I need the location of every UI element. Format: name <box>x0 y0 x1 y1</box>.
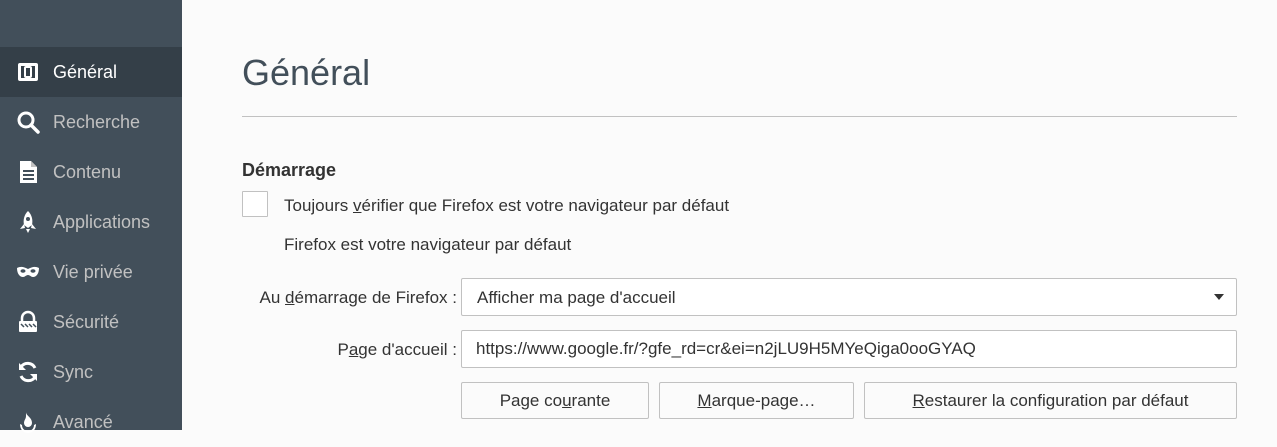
sidebar-item-sync[interactable]: Sync <box>0 347 182 397</box>
privacy-mask-icon <box>15 259 41 285</box>
general-icon <box>15 59 41 85</box>
title-divider <box>242 116 1237 117</box>
startup-select[interactable]: Afficher ma page d'accueil <box>461 278 1237 316</box>
section-heading-startup: Démarrage <box>242 160 337 180</box>
sync-icon <box>15 359 41 385</box>
content-icon <box>15 159 41 185</box>
startup-select-label: Au démarrage de Firefox : <box>259 288 457 307</box>
startup-select-value: Afficher ma page d'accueil <box>477 288 676 307</box>
lock-icon <box>15 309 41 335</box>
sidebar-item-label: Vie privée <box>53 261 133 282</box>
sidebar-item-security[interactable]: Sécurité <box>0 297 182 347</box>
sidebar-item-label: Sync <box>53 361 94 382</box>
default-browser-status: Firefox est votre navigateur par défaut <box>284 235 572 254</box>
default-browser-checkbox-label[interactable]: Toujours vérifier que Firefox est votre … <box>284 196 729 216</box>
sidebar-item-search[interactable]: Recherche <box>0 97 182 147</box>
sidebar: Général Recherche Contenu Applications V… <box>0 0 182 433</box>
sidebar-item-content[interactable]: Contenu <box>0 147 182 197</box>
restore-default-button[interactable]: Restaurer la configuration par défaut <box>864 382 1237 419</box>
applications-icon <box>15 209 41 235</box>
use-bookmark-button[interactable]: Marque-page… <box>659 382 854 419</box>
sidebar-item-label: Applications <box>53 211 151 232</box>
sidebar-item-label: Contenu <box>53 161 122 182</box>
homepage-url-input[interactable] <box>461 330 1237 368</box>
advanced-icon <box>15 409 41 435</box>
page-title: Général <box>242 52 371 93</box>
sidebar-item-applications[interactable]: Applications <box>0 197 182 247</box>
sidebar-item-label: Sécurité <box>53 311 120 332</box>
search-icon <box>15 109 41 135</box>
sidebar-item-label: Recherche <box>53 111 141 132</box>
use-current-page-button[interactable]: Page co u rante <box>461 382 649 419</box>
sidebar-item-privacy[interactable]: Vie privée <box>0 247 182 297</box>
sidebar-item-advanced[interactable]: Avancé <box>0 397 182 447</box>
sidebar-item-general[interactable]: Général <box>0 47 182 97</box>
dropdown-arrow-icon <box>1214 294 1224 300</box>
sidebar-item-label: Avancé <box>53 411 113 432</box>
sidebar-item-label: Général <box>53 61 118 82</box>
homepage-label: Page d'accueil : <box>337 340 457 359</box>
default-browser-checkbox[interactable] <box>242 191 268 217</box>
